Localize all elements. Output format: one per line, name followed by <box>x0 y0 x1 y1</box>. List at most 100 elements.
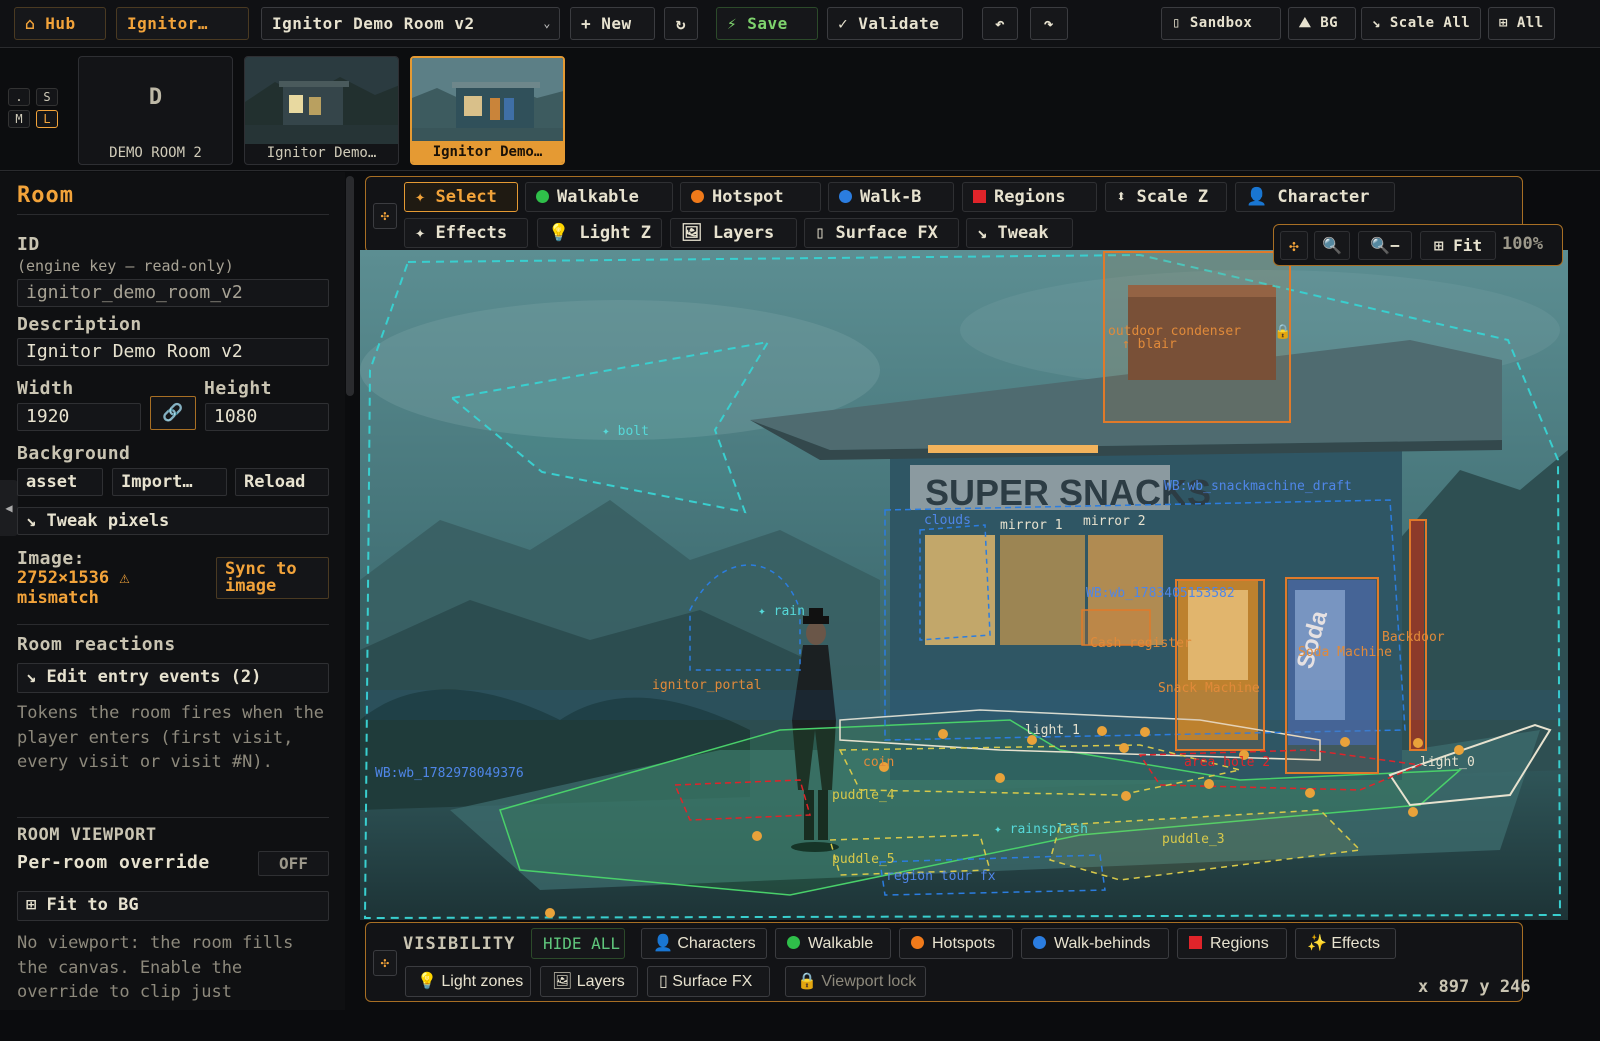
size-s-button[interactable]: S <box>36 88 58 106</box>
toggle-regions-label: Regions <box>1210 935 1269 952</box>
thumb-image <box>412 58 563 145</box>
hub-button[interactable]: ⌂ Hub <box>14 7 106 40</box>
room-thumb-ignitor-demo-v2[interactable]: Ignitor Demo… <box>410 56 565 165</box>
width-field[interactable]: 1920 <box>17 403 141 431</box>
toggle-effects[interactable]: ✨ Effects <box>1295 928 1396 959</box>
tool-character[interactable]: 👤 Character <box>1235 182 1395 212</box>
panel-scrollbar[interactable] <box>346 176 354 396</box>
sync-to-image-button[interactable]: Sync to image <box>216 557 329 599</box>
lock-icon[interactable]: 🔒 <box>1274 324 1291 340</box>
tool-surface-fx[interactable]: ▯ Surface FX <box>804 218 959 248</box>
divider <box>17 817 329 818</box>
hotspot-label-blair: ↑ blair <box>1122 337 1177 352</box>
all-button[interactable]: ⊞ All <box>1488 7 1555 40</box>
tool-scale-z[interactable]: ⬍ Scale Z <box>1105 182 1227 212</box>
fit-to-bg-button[interactable]: ⊞ Fit to BG <box>17 891 329 921</box>
tool-select[interactable]: ✦ Select <box>404 182 518 212</box>
panel-heading: Room <box>17 183 74 208</box>
toggle-regions[interactable]: Regions <box>1177 928 1287 959</box>
tool-walkable-label: Walkable <box>557 187 639 207</box>
per-room-override-toggle[interactable]: OFF <box>258 851 329 876</box>
scale-all-button[interactable]: ↘ Scale All <box>1361 7 1481 40</box>
background-label: Background <box>17 443 131 464</box>
walkable-swatch <box>787 936 800 949</box>
validate-button[interactable]: ✓ Validate <box>827 7 963 40</box>
tool-tweak[interactable]: ↘ Tweak <box>966 218 1073 248</box>
sandbox-button[interactable]: ▯ Sandbox <box>1161 7 1281 40</box>
bg-import-button[interactable]: Import… <box>112 468 227 496</box>
per-room-override-label: Per-room override <box>17 852 210 873</box>
viewport-help-text: No viewport: the room fills the canvas. … <box>17 933 294 1002</box>
effect-label-rainsplash: ✦ rainsplash <box>994 822 1088 837</box>
room-select[interactable]: Ignitor Demo Room v2 ⌄ <box>261 7 560 40</box>
redo-icon[interactable]: ↷ <box>1030 7 1068 40</box>
move-handle-icon[interactable]: ✣ <box>373 203 397 229</box>
zoom-move-handle-icon[interactable]: ✣ <box>1280 231 1308 260</box>
room-thumb-ignitor-demo[interactable]: Ignitor Demo… <box>244 56 399 165</box>
toggle-walkable[interactable]: Walkable <box>775 928 891 959</box>
id-hint: (engine key — read-only) <box>17 257 234 275</box>
room-canvas[interactable]: SUPER SNACKS Soda ✦ bolt outdoor condens… <box>360 250 1568 920</box>
walk-behind-swatch <box>1033 936 1046 949</box>
toggle-surface-fx[interactable]: ▯ Surface FX <box>647 966 770 997</box>
sync-line-2: image <box>225 576 277 596</box>
undo-icon[interactable]: ↶ <box>982 7 1018 40</box>
toggle-light-zones[interactable]: 💡 Light zones <box>405 966 531 997</box>
toggle-walk-behinds-label: Walk-behinds <box>1054 935 1151 952</box>
room-thumb-demo-room-2[interactable]: D DEMO ROOM 2 <box>78 56 233 165</box>
tool-hotspot-label: Hotspot <box>712 187 784 207</box>
size-dot-button[interactable]: . <box>8 88 30 106</box>
label-mirror-1: mirror 1 <box>1000 518 1063 533</box>
effect-label-rainsplash-text: rainsplash <box>1009 822 1088 837</box>
effect-label-bolt: ✦ bolt <box>602 424 649 439</box>
room-tab-button[interactable]: Ignitor… <box>116 7 249 40</box>
bg-reload-button[interactable]: Reload <box>235 468 329 496</box>
tool-regions[interactable]: Regions <box>962 182 1097 212</box>
height-field[interactable]: 1080 <box>205 403 329 431</box>
hotspot-snack-machine[interactable] <box>1175 579 1265 751</box>
size-l-button[interactable]: L <box>36 110 58 128</box>
tool-walk-behind[interactable]: Walk-B <box>828 182 954 212</box>
toggle-walkable-label: Walkable <box>808 935 874 952</box>
thumb-placeholder-letter: D <box>148 85 163 110</box>
regions-swatch <box>973 190 986 203</box>
collapse-panel-icon[interactable]: ◀ <box>0 480 18 536</box>
refresh-icon[interactable]: ↻ <box>664 7 698 40</box>
bg-asset-button[interactable]: asset <box>17 468 103 496</box>
walkable-swatch <box>536 190 549 203</box>
toggle-hotspots[interactable]: Hotspots <box>899 928 1013 959</box>
toggle-walk-behinds[interactable]: Walk-behinds <box>1021 928 1169 959</box>
visibility-move-handle-icon[interactable]: ✣ <box>373 950 397 976</box>
new-room-button[interactable]: + New <box>570 7 655 40</box>
tool-effects[interactable]: ✦ Effects <box>404 218 528 248</box>
tool-walkable[interactable]: Walkable <box>525 182 673 212</box>
hotspot-label-snack-machine: Snack Machine <box>1158 681 1260 696</box>
puddle-label-3: puddle_3 <box>1162 832 1225 847</box>
description-field[interactable]: Ignitor Demo Room v2 <box>17 338 329 366</box>
size-m-button[interactable]: M <box>8 110 30 128</box>
hotspot-label-cash-register: Cash register <box>1090 636 1192 651</box>
puddle-label-4: puddle_4 <box>832 788 895 803</box>
link-aspect-icon[interactable]: 🔗 <box>150 396 196 430</box>
tool-layers[interactable]: 🖼 Layers <box>670 218 797 248</box>
zoom-in-icon[interactable]: 🔍 <box>1314 231 1350 260</box>
toggle-characters[interactable]: 👤 Characters <box>641 928 767 959</box>
room-viewport-heading: ROOM VIEWPORT <box>17 825 157 845</box>
hotspot-label-coin: coin <box>863 755 895 770</box>
tool-hotspot[interactable]: Hotspot <box>680 182 821 212</box>
tool-light-z[interactable]: 💡 Light Z <box>537 218 662 248</box>
thumb-label: Ignitor Demo… <box>412 141 563 163</box>
edit-entry-events-button[interactable]: ↘ Edit entry events (2) <box>17 663 329 693</box>
toggle-layers[interactable]: 🖼 Layers <box>540 966 638 997</box>
save-button[interactable]: ⚡ Save <box>716 7 818 40</box>
bg-button[interactable]: ⛰ BG <box>1288 7 1356 40</box>
light-label-0: light_0 <box>1420 755 1475 770</box>
hotspot-swatch <box>691 190 704 203</box>
zoom-fit-button[interactable]: ⊞ Fit <box>1420 231 1496 260</box>
hide-all-button[interactable]: HIDE ALL <box>531 928 625 959</box>
zoom-out-icon[interactable]: 🔍− <box>1358 231 1412 260</box>
toggle-viewport-lock[interactable]: 🔒 Viewport lock <box>785 966 926 997</box>
description-label: Description <box>17 314 142 335</box>
tweak-pixels-button[interactable]: ↘ Tweak pixels <box>17 507 329 535</box>
hotspot-soda-machine[interactable] <box>1285 577 1379 774</box>
